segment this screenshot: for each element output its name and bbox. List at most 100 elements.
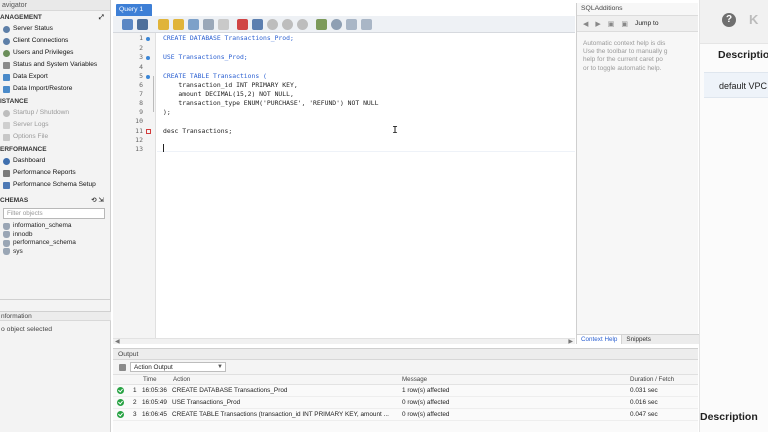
- nav-item-users-privileges[interactable]: Users and Privileges: [0, 47, 110, 59]
- output-row[interactable]: 3 16:06:45 CREATE TABLE Transactions (tr…: [113, 409, 698, 421]
- schema-item-information-schema[interactable]: information_schema: [0, 222, 110, 231]
- beautify-icon[interactable]: [316, 18, 327, 30]
- row-message: 0 row(s) affected: [402, 411, 450, 418]
- scroll-right-icon[interactable]: ▶: [568, 338, 573, 345]
- back-arrow-icon[interactable]: ◀: [583, 20, 588, 28]
- schema-item-sys[interactable]: sys: [0, 248, 110, 257]
- status-variables-icon: [3, 61, 10, 69]
- help-line: help for the current caret po: [583, 56, 663, 64]
- line-number: 8: [139, 99, 143, 107]
- schema-setup-icon: [3, 181, 10, 189]
- scroll-left-icon[interactable]: ◀: [115, 338, 120, 345]
- tab-query-1[interactable]: Query 1: [116, 4, 152, 16]
- horizontal-scrollbar[interactable]: ◀ ▶: [113, 338, 575, 345]
- line-number: 11: [135, 127, 143, 135]
- jump-to-button[interactable]: Jump to: [635, 20, 658, 27]
- schema-label: performance_schema: [13, 239, 76, 246]
- stop-icon[interactable]: [203, 18, 214, 30]
- code-line-5[interactable]: CREATE TABLE Transactions (: [163, 72, 267, 80]
- client-connections-icon: [3, 37, 10, 45]
- performance-section-header: ERFORMANCE: [0, 145, 110, 155]
- nav-item-server-logs[interactable]: Server Logs: [0, 119, 110, 131]
- nav-item-server-status[interactable]: Server Status: [0, 23, 110, 35]
- execute-statement-icon[interactable]: [173, 18, 184, 30]
- description-row[interactable]: default VPC: [704, 72, 768, 98]
- statement-marker-icon: [146, 37, 150, 41]
- commit-icon[interactable]: [252, 18, 263, 30]
- data-export-icon: [3, 73, 10, 81]
- tab-context-help[interactable]: Context Help: [577, 335, 623, 344]
- autocommit-icon[interactable]: [282, 18, 293, 30]
- output-row[interactable]: 1 16:05:36 CREATE DATABASE Transactions_…: [113, 385, 698, 397]
- refresh-icon[interactable]: ⟲ ⇲: [91, 196, 104, 206]
- k-icon[interactable]: K: [749, 12, 758, 27]
- nav-item-performance-reports[interactable]: Performance Reports: [0, 167, 110, 179]
- nav-item-label: Dashboard: [13, 157, 46, 164]
- code-line-1[interactable]: CREATE DATABASE Transactions_Prod;: [163, 34, 294, 42]
- output-menu-icon[interactable]: [119, 363, 126, 371]
- code-line-3[interactable]: USE Transactions_Prod;: [163, 53, 248, 61]
- invisible-chars-icon[interactable]: [346, 18, 357, 30]
- schema-item-performance-schema[interactable]: performance_schema: [0, 239, 110, 248]
- nav-item-label: Status and System Variables: [13, 61, 98, 68]
- auto-help-icon[interactable]: ▣: [608, 20, 615, 28]
- description-value: default VPC: [719, 81, 768, 91]
- statement-marker-icon: [146, 75, 150, 79]
- dashboard-icon: [3, 157, 10, 165]
- navigator-divider: [0, 299, 111, 300]
- error-marker-icon: [146, 129, 151, 134]
- output-toolbar: Action Output ▼: [113, 360, 698, 375]
- nav-item-dashboard[interactable]: Dashboard: [0, 155, 110, 167]
- code-line-9[interactable]: );: [163, 108, 171, 116]
- save-icon[interactable]: [137, 18, 148, 30]
- row-duration: 0.047 sec: [630, 411, 658, 418]
- fold-bar: [153, 76, 154, 112]
- reports-icon: [3, 169, 10, 177]
- help-line: Automatic context help is dis: [583, 40, 666, 47]
- code-line-11[interactable]: desc Transactions;: [163, 127, 232, 135]
- open-file-icon[interactable]: [122, 18, 133, 30]
- code-line-8[interactable]: transaction_type ENUM('PURCHASE', 'REFUN…: [163, 99, 378, 107]
- column-time: Time: [143, 376, 157, 383]
- nav-item-data-import[interactable]: Data Import/Restore: [0, 83, 110, 95]
- nav-item-status-variables[interactable]: Status and System Variables: [0, 59, 110, 71]
- nav-item-performance-schema-setup[interactable]: Performance Schema Setup: [0, 179, 110, 191]
- sql-additions-title: SQLAdditions: [581, 5, 623, 12]
- tab-snippets[interactable]: Snippets: [622, 335, 655, 344]
- help-line: Use the toolbar to manually g: [583, 48, 668, 56]
- nav-item-data-export[interactable]: Data Export: [0, 71, 110, 83]
- manual-help-icon[interactable]: ▣: [621, 20, 628, 28]
- nav-item-label: Performance Schema Setup: [13, 181, 96, 188]
- code-line-6[interactable]: transaction_id INT PRIMARY KEY,: [163, 81, 297, 89]
- nav-item-client-connections[interactable]: Client Connections: [0, 35, 110, 47]
- nav-item-options-file[interactable]: Options File: [0, 131, 110, 143]
- success-check-icon: [117, 411, 124, 418]
- nav-item-startup-shutdown[interactable]: Startup / Shutdown: [0, 107, 110, 119]
- line-number: 7: [139, 90, 143, 98]
- limit-icon[interactable]: [297, 18, 308, 30]
- explain-icon[interactable]: [188, 18, 199, 30]
- output-type-value: Action Output: [134, 364, 173, 371]
- stop-on-error-icon[interactable]: [237, 18, 248, 30]
- forward-arrow-icon[interactable]: ▶: [595, 20, 600, 28]
- expand-icon[interactable]: ⤢: [99, 13, 104, 23]
- output-type-select[interactable]: Action Output ▼: [130, 362, 226, 372]
- toggle-icon[interactable]: [218, 18, 229, 30]
- line-number: 5: [139, 72, 143, 80]
- rollback-icon[interactable]: [267, 18, 278, 30]
- help-icon[interactable]: ?: [722, 13, 736, 27]
- schema-filter-input[interactable]: Filter objects: [3, 208, 105, 219]
- nav-item-label: Server Logs: [13, 121, 49, 128]
- background-window: ? K Description default VPC Description: [699, 0, 768, 432]
- search-icon[interactable]: [331, 18, 342, 30]
- output-row[interactable]: 2 16:05:49 USE Transactions_Prod 0 row(s…: [113, 397, 698, 409]
- nav-item-label: Data Import/Restore: [13, 85, 73, 92]
- execute-icon[interactable]: [158, 18, 169, 30]
- line-number: 6: [139, 81, 143, 89]
- database-icon: [3, 239, 10, 247]
- schema-item-innodb[interactable]: innodb: [0, 231, 110, 240]
- wrap-icon[interactable]: [361, 18, 372, 30]
- text-caret: [163, 144, 164, 152]
- code-line-7[interactable]: amount DECIMAL(15,2) NOT NULL,: [163, 90, 293, 98]
- database-icon: [3, 248, 10, 256]
